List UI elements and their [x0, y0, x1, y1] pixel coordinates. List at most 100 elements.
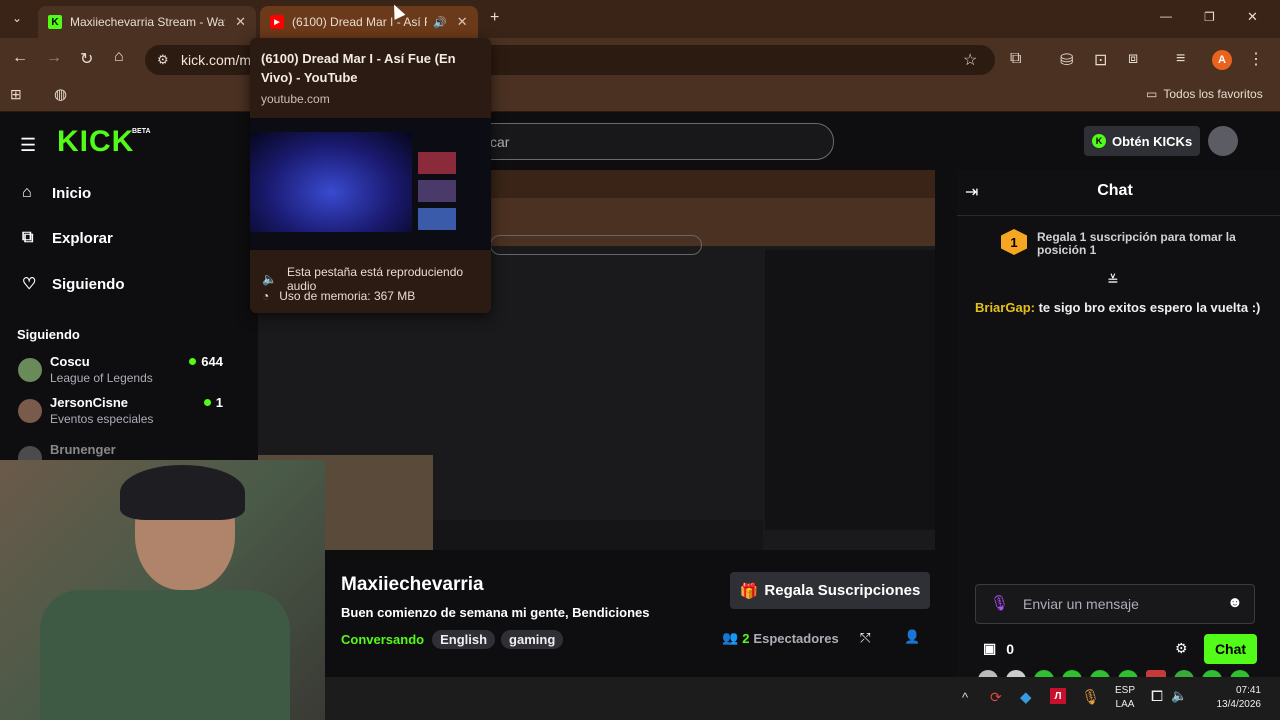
viewer-count: 2: [742, 630, 750, 646]
kick-logo[interactable]: KICK: [57, 125, 134, 159]
site-info-icon[interactable]: ⚙: [157, 52, 169, 68]
folder-icon: ▭: [1146, 87, 1158, 101]
nested-stream-info: [433, 520, 763, 550]
close-window-button[interactable]: ✕: [1247, 9, 1258, 25]
kick-favicon-icon: K: [48, 15, 62, 29]
hamburger-menu-icon[interactable]: ☰: [20, 135, 36, 156]
profile-avatar[interactable]: A: [1212, 50, 1232, 70]
live-viewers: 1: [203, 395, 223, 410]
hover-card-domain: youtube.com: [261, 92, 330, 106]
kicks-balance[interactable]: ▣ 0: [983, 640, 1014, 657]
streamer-jacket: [40, 590, 290, 720]
search-input[interactable]: scar: [470, 123, 834, 160]
adobe-tray-icon[interactable]: Л: [1050, 688, 1066, 704]
url-text[interactable]: kick.com/ma: [181, 52, 259, 68]
chat-input[interactable]: 🎙 Enviar un mensaje ☻: [975, 584, 1255, 624]
nav-explorar[interactable]: ⧉ Explorar: [22, 229, 113, 247]
emoji-icon[interactable]: ☻: [1227, 594, 1243, 611]
close-tab-icon[interactable]: ✕: [235, 14, 246, 30]
all-bookmarks-folder[interactable]: ▭ Todos los favoritos: [1146, 87, 1263, 101]
share-icon[interactable]: ⤲: [860, 630, 870, 646]
bookmarks-bar: ⊞ ◍ ▭ Todos los favoritos: [0, 80, 1280, 112]
chat-placeholder: Enviar un mensaje: [1023, 596, 1139, 612]
network-icon[interactable]: ⧠: [1151, 688, 1163, 705]
nested-search: [490, 235, 702, 255]
forward-icon[interactable]: →: [46, 49, 62, 67]
nav-siguiendo[interactable]: ♡ Siguiendo: [22, 274, 125, 294]
channel-jersoncisne[interactable]: JersonCisne Eventos especiales 1: [18, 395, 223, 426]
viewer-count: 1: [215, 395, 223, 410]
incognito-icon[interactable]: ⛁: [1060, 50, 1073, 70]
sync-icon[interactable]: ⟳: [990, 689, 1002, 706]
streamer-hair: [120, 465, 245, 520]
pinned-gift-text: Regala 1 suscripción para tomar la posic…: [1037, 230, 1236, 258]
home-icon[interactable]: ⌂: [114, 48, 124, 66]
lang-code: ESP: [1115, 685, 1136, 696]
apps-grid-icon[interactable]: ⊞: [10, 86, 22, 103]
nav-label: Explorar: [52, 229, 113, 247]
all-bookmarks-label: Todos los favoritos: [1163, 87, 1263, 101]
send-chat-button[interactable]: Chat: [1204, 634, 1257, 664]
globe-icon[interactable]: ◍: [54, 85, 67, 103]
avatar: [18, 358, 42, 382]
tab-search-chevron-icon[interactable]: ⌄: [12, 11, 22, 25]
restore-button[interactable]: ❐: [1204, 10, 1215, 24]
app-tray-icon[interactable]: ◆: [1020, 688, 1032, 706]
tag-gaming[interactable]: gaming: [501, 630, 564, 649]
stream-channel-name[interactable]: Maxiiechevarria: [341, 574, 484, 596]
tab-kick[interactable]: K Maxiiechevarria Stream - Watch ✕: [38, 6, 256, 38]
new-tab-button[interactable]: +: [490, 9, 499, 27]
close-tab-icon[interactable]: ✕: [457, 14, 468, 30]
user-avatar[interactable]: [1208, 126, 1238, 156]
volume-icon[interactable]: 🔈: [1171, 688, 1187, 704]
heart-icon: ♡: [22, 276, 37, 293]
live-dot-icon: [189, 358, 197, 365]
preview-side-thumb: [418, 180, 456, 202]
microphone-tray-icon[interactable]: 🎙: [1081, 688, 1100, 706]
chat-settings-icon[interactable]: ⚙: [1175, 640, 1188, 657]
microphone-icon[interactable]: 🎙: [990, 594, 1009, 612]
clock[interactable]: 07:41 13/4/2026: [1191, 684, 1262, 712]
tab-title: Maxiiechevarria Stream - Watch: [70, 15, 225, 29]
live-dot-icon: [203, 399, 211, 406]
menu-kebab-icon[interactable]: ⋮: [1248, 49, 1264, 69]
tab-youtube[interactable]: ▶ (6100) Dread Mar I - Así Fue 🔊 ✕: [260, 6, 478, 38]
channel-coscu[interactable]: Coscu League of Legends 644: [18, 354, 223, 385]
tab-hover-card: (6100) Dread Mar I - Así Fue (En Vivo) -…: [250, 38, 491, 313]
chat-username[interactable]: BriarGap: [975, 300, 1031, 315]
translate-icon[interactable]: ⧈: [1128, 50, 1138, 68]
gift-subs-label: Regala Suscripciones: [764, 582, 921, 599]
input-language[interactable]: ESP LAA: [1115, 684, 1135, 712]
memory-usage: ◔ Uso de memoria: 367 MB: [262, 289, 415, 303]
show-hidden-icons-chevron-icon[interactable]: ^: [962, 690, 968, 705]
chat-header: Chat: [1097, 182, 1133, 199]
tab-title: (6100) Dread Mar I - Así Fue: [292, 15, 427, 29]
channel-category: League of Legends: [50, 371, 153, 385]
shopping-icon[interactable]: ⊡: [1094, 50, 1107, 70]
gift-box-icon: ▣: [983, 640, 997, 656]
speaker-icon[interactable]: 🔊: [433, 16, 447, 29]
follow-icon[interactable]: 👤: [904, 629, 920, 645]
stream-tags: Conversando English gaming: [341, 630, 564, 649]
stream-category[interactable]: Conversando: [341, 632, 424, 647]
media-control-icon[interactable]: ≡: [1176, 50, 1185, 68]
hover-card-title: (6100) Dread Mar I - Así Fue (En Vivo) -…: [261, 51, 456, 85]
gift-subs-button[interactable]: 🎁 Regala Suscripciones: [730, 572, 930, 609]
minimize-button[interactable]: —: [1160, 9, 1172, 23]
get-kicks-button[interactable]: K Obtén KICKs: [1084, 126, 1200, 156]
viewers-label: Espectadores: [753, 630, 839, 646]
memory-usage-text: Uso de memoria: 367 MB: [279, 289, 416, 303]
viewer-count-block: 👥 2 Espectadores: [722, 630, 839, 646]
back-icon[interactable]: ←: [12, 49, 28, 67]
following-section-title: Siguiendo: [17, 327, 80, 342]
pinned-expand-icon[interactable]: ≚: [1107, 272, 1119, 289]
bookmark-star-icon[interactable]: ☆: [963, 50, 977, 70]
kick-page: ☰ KICK BETA scar K Obtén KICKs ⌂ Inicio ⧉…: [0, 113, 1280, 720]
nav-inicio[interactable]: ⌂ Inicio: [22, 184, 91, 202]
extensions-icon[interactable]: ⧉: [1010, 50, 1021, 68]
time: 07:41: [1235, 685, 1261, 696]
kick-coin-icon: K: [1092, 134, 1106, 148]
nav-label: Siguiendo: [52, 275, 125, 293]
tag-english[interactable]: English: [432, 630, 496, 649]
reload-icon[interactable]: ↻: [80, 49, 93, 69]
